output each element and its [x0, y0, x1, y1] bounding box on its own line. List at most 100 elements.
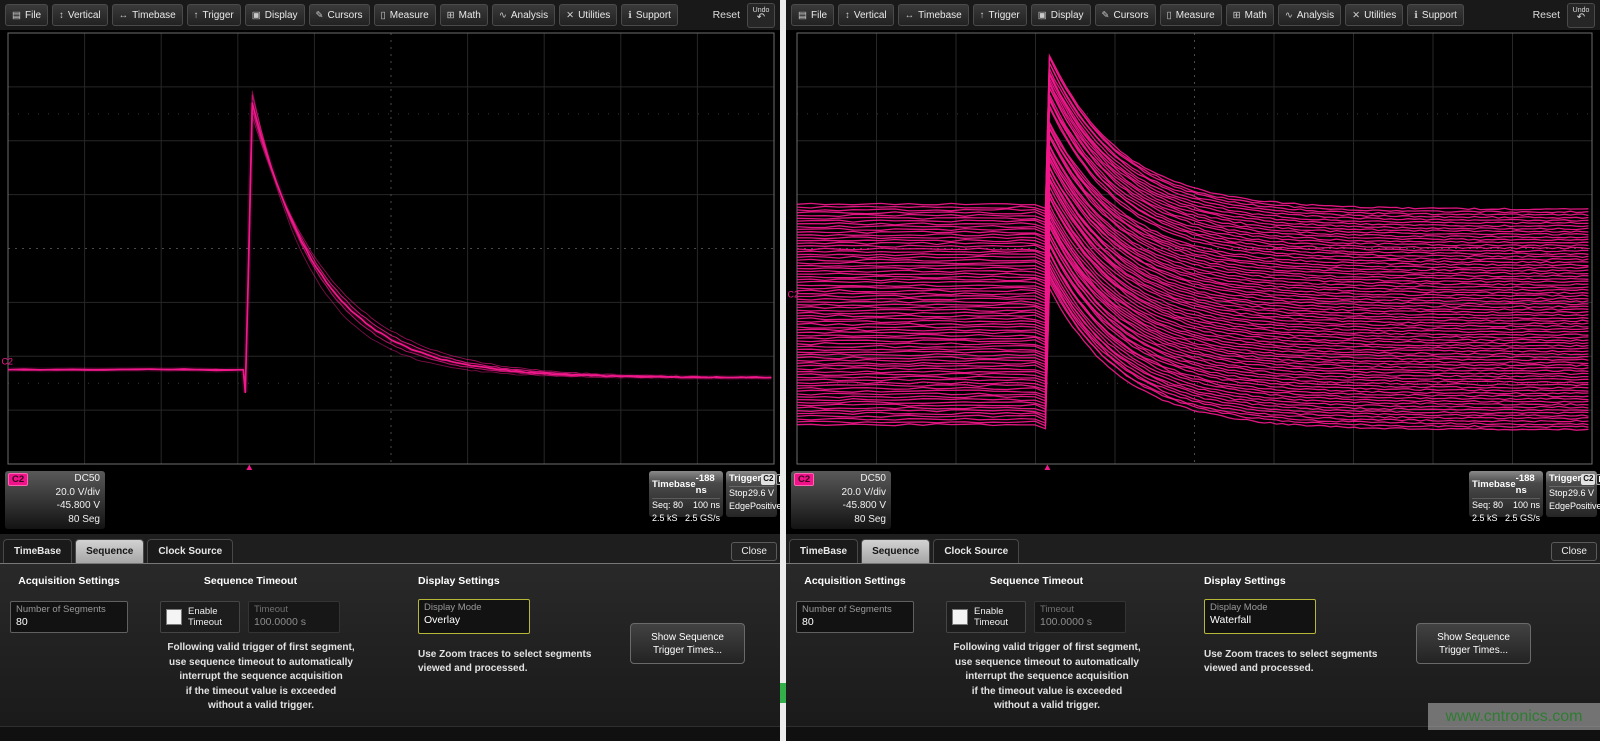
channel-segments: 80 Seg [56, 513, 100, 527]
reset-button[interactable]: Reset [713, 9, 740, 21]
trigger-source-badge: C2 [761, 474, 775, 485]
enable-timeout-control[interactable]: Enable Timeout [946, 601, 1026, 633]
menu-bar: ▤File ↕Vertical ↔Timebase ↑Trigger ▣Disp… [0, 0, 780, 30]
menu-item-label: Measure [390, 10, 429, 21]
tab-timebase[interactable]: TimeBase [789, 539, 858, 563]
menu-item-label: Display [1051, 10, 1084, 21]
trigger-descriptor[interactable]: Trigger C2 DC Stop 29.6 V Edge Positive [726, 471, 777, 517]
menu-item-utilities[interactable]: ✕Utilities [559, 4, 617, 26]
enable-timeout-label-line1: Enable [188, 606, 222, 618]
menu-item-vertical[interactable]: ↕Vertical [838, 4, 894, 26]
menu-item-display[interactable]: ▣Display [1031, 4, 1091, 26]
display-mode-select[interactable]: Display Mode Waterfall [1204, 599, 1316, 634]
show-sequence-trigger-times-button[interactable]: Show Sequence Trigger Times... [630, 623, 745, 664]
enable-timeout-control[interactable]: Enable Timeout [160, 601, 240, 633]
menu-item-analysis[interactable]: ∿Analysis [1278, 4, 1341, 26]
menu-item-measure[interactable]: ▯Measure [374, 4, 436, 26]
enable-timeout-checkbox[interactable] [166, 609, 182, 625]
menu-item-timebase[interactable]: ↔Timebase [112, 4, 183, 26]
menu-item-file[interactable]: ▤File [791, 4, 834, 26]
menu-item-trigger[interactable]: ↑Trigger [973, 4, 1027, 26]
reset-button[interactable]: Reset [1533, 9, 1560, 21]
waveform-display[interactable]: C2 [0, 30, 780, 470]
number-of-segments-field[interactable]: Number of Segments 80 [796, 601, 914, 633]
note-line: Use Zoom traces to select segments [1204, 648, 1377, 662]
close-button[interactable]: Close [731, 542, 777, 561]
tab-timebase[interactable]: TimeBase [3, 539, 72, 563]
timebase-samples: 2.5 kS [652, 512, 678, 525]
dialog-tab-bar: TimeBase Sequence Clock Source Close [789, 538, 1597, 563]
menu-item-label: Analysis [511, 10, 548, 21]
channel-coupling: DC50 [842, 472, 886, 486]
menu-item-label: Vertical [854, 10, 887, 21]
number-of-segments-field[interactable]: Number of Segments 80 [10, 601, 128, 633]
trigger-source-badge: C2 [1581, 474, 1595, 485]
timebase-descriptor[interactable]: Timebase -188 ns Seq: 80 100 ns 2.5 kS 2… [1469, 471, 1543, 517]
channel-descriptor[interactable]: C2 DC50 20.0 V/div -45.800 V 80 Seg [5, 471, 105, 529]
menu-item-cursors[interactable]: ✎Cursors [309, 4, 370, 26]
menu-item-analysis[interactable]: ∿Analysis [492, 4, 555, 26]
zoom-traces-note: Use Zoom traces to select segments viewe… [418, 648, 591, 676]
trigger-title: Trigger [1549, 473, 1581, 485]
menu-item-support[interactable]: ℹSupport [621, 4, 678, 26]
sequence-timeout-header: Sequence Timeout [944, 575, 1129, 587]
menu-item-display[interactable]: ▣Display [245, 4, 305, 26]
timebase-descriptor[interactable]: Timebase -188 ns Seq: 80 100 ns 2.5 kS 2… [649, 471, 723, 517]
file-icon: ▤ [798, 10, 807, 21]
menu-item-label: Support [1422, 10, 1457, 21]
menu-item-vertical[interactable]: ↕Vertical [52, 4, 108, 26]
timeout-field[interactable]: Timeout 100.0000 s [248, 601, 340, 633]
display-mode-label: Display Mode [424, 602, 524, 614]
tab-sequence[interactable]: Sequence [861, 539, 930, 563]
trigger-descriptor[interactable]: Trigger C2 DC Stop 29.6 V Edge Positive [1546, 471, 1597, 517]
display-mode-select[interactable]: Display Mode Overlay [418, 599, 530, 634]
menu-item-label: Timebase [918, 10, 962, 21]
timebase-offset: -188 ns [696, 473, 720, 497]
menu-item-math[interactable]: ⊞ Math [440, 4, 488, 26]
menu-item-utilities[interactable]: ✕ Utilities [1345, 4, 1403, 26]
tab-clock-source[interactable]: Clock Source [933, 539, 1019, 563]
watermark: www.cntronics.com [1428, 703, 1600, 730]
enable-timeout-label-line2: Timeout [188, 617, 222, 629]
timebase-tdiv: 100 ns [1513, 499, 1540, 512]
menu-item-trigger[interactable]: ↑Trigger [187, 4, 241, 26]
menu-item-label: Math [459, 10, 481, 21]
file-icon: ▤ [12, 10, 21, 21]
menu-right-group: Reset Undo ↶ [1533, 3, 1595, 28]
waveform-display[interactable]: C2 [786, 30, 1600, 470]
calculator-icon: ⊞ [1233, 10, 1241, 21]
trigger-type: Edge [1549, 500, 1570, 513]
menu-item-support[interactable]: ℹSupport [1407, 4, 1464, 26]
menu-item-label: Cursors [328, 10, 363, 21]
undo-button[interactable]: Undo ↶ [747, 3, 775, 28]
menu-item-math[interactable]: ⊞ Math [1226, 4, 1274, 26]
close-button[interactable]: Close [1551, 542, 1597, 561]
tools-icon: ✕ [1352, 10, 1360, 21]
tab-sequence[interactable]: Sequence [75, 539, 144, 563]
calculator-icon: ⊞ [447, 10, 455, 21]
undo-icon: ↶ [757, 13, 765, 23]
menu-item-label: Utilities [1364, 10, 1396, 21]
menu-item-label: Math [1245, 10, 1267, 21]
enable-timeout-checkbox[interactable] [952, 609, 968, 625]
number-of-segments-label: Number of Segments [802, 604, 908, 616]
trigger-coupling-badge: DC [1596, 474, 1600, 485]
menu-item-label: Trigger [202, 10, 233, 21]
bottom-bar [0, 726, 780, 741]
help-line: if the timeout value is exceeded [922, 685, 1172, 700]
timebase-sequence-dialog: TimeBase Sequence Clock Source Close Acq… [0, 533, 780, 727]
timebase-tdiv: 100 ns [693, 499, 720, 512]
undo-button[interactable]: Undo ↶ [1567, 3, 1595, 28]
show-sequence-trigger-times-button[interactable]: Show Sequence Trigger Times... [1416, 623, 1531, 664]
show-button-line2: Trigger Times... [631, 644, 744, 657]
timeout-field[interactable]: Timeout 100.0000 s [1034, 601, 1126, 633]
menu-item-file[interactable]: ▤File [5, 4, 48, 26]
display-mode-value: Waterfall [1210, 614, 1310, 627]
menu-item-label: Cursors [1114, 10, 1149, 21]
menu-item-timebase[interactable]: ↔Timebase [898, 4, 969, 26]
channel-descriptor[interactable]: C2 DC50 20.0 V/div -45.800 V 80 Seg [791, 471, 891, 529]
menu-item-cursors[interactable]: ✎Cursors [1095, 4, 1156, 26]
channel-zero-level-marker: C2 [2, 357, 14, 367]
menu-item-measure[interactable]: ▯Measure [1160, 4, 1222, 26]
tab-clock-source[interactable]: Clock Source [147, 539, 233, 563]
